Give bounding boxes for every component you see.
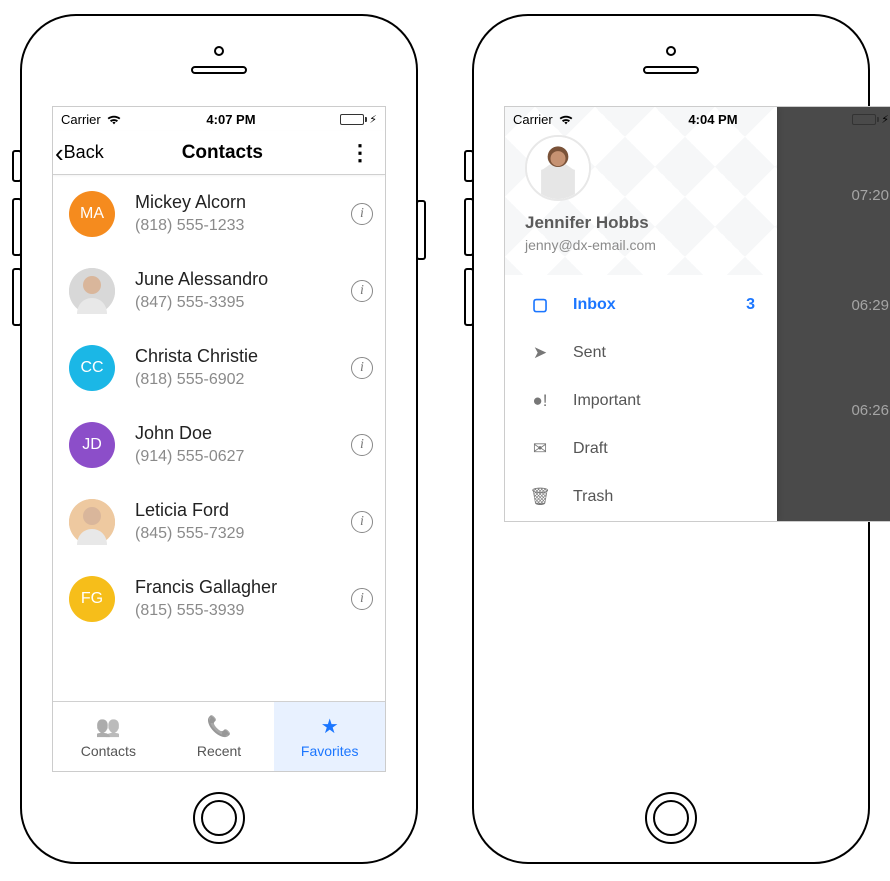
carrier-label: Carrier	[61, 112, 101, 127]
contact-row[interactable]: CC Christa Christie (818) 555-6902i	[53, 329, 385, 406]
contact-name: June Alessandro	[135, 269, 351, 290]
battery-icon: ⚡︎	[340, 113, 377, 126]
contact-avatar-photo	[69, 268, 115, 314]
contact-avatar-initials: JD	[69, 422, 115, 468]
status-bar: Carrier 4:04 PM ⚡︎	[505, 107, 890, 131]
contact-name: Leticia Ford	[135, 500, 351, 521]
user-email: jenny@dx-email.com	[525, 237, 759, 253]
front-camera	[666, 46, 676, 56]
message-time: 06:29	[851, 297, 889, 314]
contact-row[interactable]: June Alessandro (847) 555-3395i	[53, 252, 385, 329]
contact-row[interactable]: MA Mickey Alcorn (818) 555-1233i	[53, 175, 385, 252]
info-icon[interactable]: i	[351, 434, 373, 456]
user-name: Jennifer Hobbs	[525, 213, 759, 233]
drawer-header: Jennifer Hobbs jenny@dx-email.com	[505, 107, 777, 275]
info-icon[interactable]: i	[351, 280, 373, 302]
info-icon[interactable]: i	[351, 357, 373, 379]
inbox-icon: ▢	[527, 295, 553, 315]
folder-label: Draft	[573, 440, 755, 458]
star-icon: ★	[321, 714, 339, 739]
draft-icon: ✉	[527, 439, 553, 459]
carrier-label: Carrier	[513, 112, 553, 127]
folder-label: Important	[573, 392, 755, 410]
folder-list: ▢ Inbox3 ➤ Sent ●! Important ✉ Draft 🗑 Trash	[505, 275, 777, 521]
chevron-left-icon: ‹	[55, 140, 64, 166]
sent-icon: ➤	[527, 343, 553, 363]
people-icon: 👥	[96, 714, 121, 739]
tab-label: Favorites	[301, 743, 359, 759]
status-bar: Carrier 4:07 PM ⚡︎	[53, 107, 385, 131]
clock: 4:04 PM	[688, 112, 737, 127]
navbar: ‹ Back Contacts ⋮	[53, 131, 385, 175]
wifi-icon	[558, 113, 574, 125]
phone-mockup-email: Carrier 4:04 PM ⚡︎	[456, 0, 886, 880]
tab-label: Contacts	[81, 743, 136, 759]
home-button[interactable]	[645, 792, 697, 844]
folder-inbox[interactable]: ▢ Inbox3	[505, 281, 777, 329]
contact-phone: (845) 555-7329	[135, 525, 351, 543]
front-camera	[214, 46, 224, 56]
phone-icon: 📞	[207, 714, 232, 739]
info-icon[interactable]: i	[351, 203, 373, 225]
user-avatar[interactable]	[525, 135, 591, 201]
folder-label: Trash	[573, 488, 755, 506]
contact-row[interactable]: JD John Doe (914) 555-0627i	[53, 406, 385, 483]
navigation-drawer: Jennifer Hobbs jenny@dx-email.com ▢ Inbox…	[505, 107, 777, 521]
contact-name: Francis Gallagher	[135, 577, 351, 598]
battery-icon: ⚡︎	[852, 113, 889, 126]
contact-name: Christa Christie	[135, 346, 351, 367]
page-title: Contacts	[182, 142, 263, 164]
more-menu-button[interactable]: ⋮	[341, 140, 379, 166]
back-button[interactable]: ‹ Back	[55, 140, 104, 166]
contact-phone: (818) 555-6902	[135, 371, 351, 389]
contact-phone: (818) 555-1233	[135, 217, 351, 235]
contact-name: John Doe	[135, 423, 351, 444]
tab-label: Recent	[197, 743, 241, 759]
contact-name: Mickey Alcorn	[135, 192, 351, 213]
phone-frame: Carrier 4:04 PM ⚡︎	[472, 14, 870, 864]
folder-important[interactable]: ●! Important	[505, 377, 777, 425]
folder-draft[interactable]: ✉ Draft	[505, 425, 777, 473]
earpiece-speaker	[191, 66, 247, 74]
screen: Carrier 4:04 PM ⚡︎	[504, 106, 890, 522]
earpiece-speaker	[643, 66, 699, 74]
info-icon[interactable]: i	[351, 511, 373, 533]
folder-trash[interactable]: 🗑 Trash	[505, 473, 777, 521]
important-icon: ●!	[527, 391, 553, 411]
contact-phone: (914) 555-0627	[135, 448, 351, 466]
folder-badge: 3	[746, 296, 755, 314]
back-label: Back	[64, 142, 104, 163]
tab-favorites[interactable]: ★ Favorites	[274, 702, 385, 771]
folder-label: Inbox	[573, 296, 746, 314]
contact-row[interactable]: FG Francis Gallagher (815) 555-3939i	[53, 560, 385, 637]
contact-avatar-photo	[69, 499, 115, 545]
info-icon[interactable]: i	[351, 588, 373, 610]
contact-phone: (847) 555-3395	[135, 294, 351, 312]
clock: 4:07 PM	[206, 112, 255, 127]
contact-avatar-initials: MA	[69, 191, 115, 237]
phone-mockup-contacts: Carrier 4:07 PM ⚡︎ ‹ Back Cont	[4, 0, 434, 880]
message-time: 06:26	[851, 402, 889, 419]
wifi-icon	[106, 113, 122, 125]
trash-icon: 🗑	[527, 487, 553, 507]
tab-recent[interactable]: 📞 Recent	[164, 702, 275, 771]
content-scrim[interactable]: 07:20 06:29 06:26	[777, 107, 890, 521]
contact-row[interactable]: Leticia Ford (845) 555-7329i	[53, 483, 385, 560]
folder-sent[interactable]: ➤ Sent	[505, 329, 777, 377]
folder-label: Sent	[573, 344, 755, 362]
contact-phone: (815) 555-3939	[135, 602, 351, 620]
message-time: 07:20	[851, 187, 889, 204]
contacts-list[interactable]: MAMickey Alcorn(818) 555-1233iJune Aless…	[53, 175, 385, 701]
tab-contacts[interactable]: 👥 Contacts	[53, 702, 164, 771]
home-button[interactable]	[193, 792, 245, 844]
tab-bar: 👥 Contacts 📞 Recent ★ Favorites	[53, 701, 385, 771]
contact-avatar-initials: FG	[69, 576, 115, 622]
contact-avatar-initials: CC	[69, 345, 115, 391]
screen: Carrier 4:07 PM ⚡︎ ‹ Back Cont	[52, 106, 386, 772]
phone-frame: Carrier 4:07 PM ⚡︎ ‹ Back Cont	[20, 14, 418, 864]
